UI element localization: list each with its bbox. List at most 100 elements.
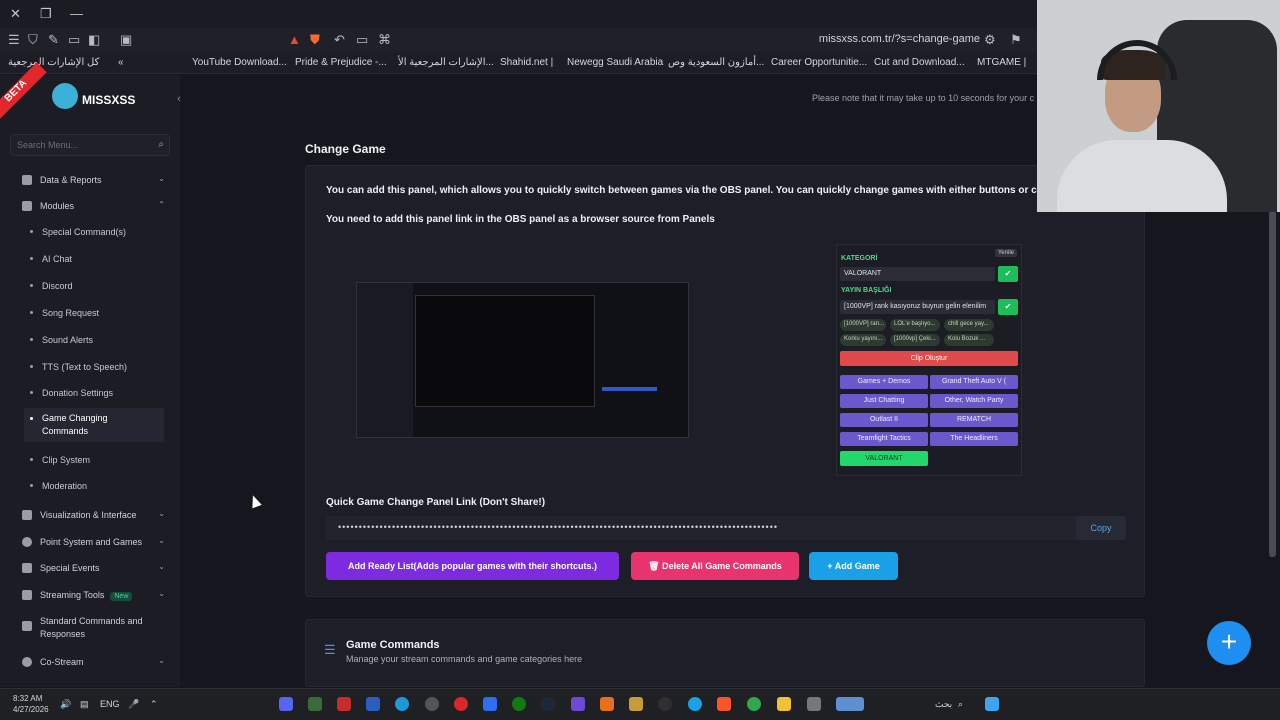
bookmark-pride[interactable]: Pride & Prejudice -... — [295, 57, 387, 68]
taskbar: 8:32 AM 4/27/2026 🔊 ▤ ENG 🎤 ⌃ بحث ⌕ — [0, 688, 1280, 720]
bookmark-cut[interactable]: Cut and Download... — [874, 57, 965, 68]
bookmark-mtgame[interactable]: MTGAME | — [977, 57, 1026, 68]
bullet-icon — [30, 284, 33, 287]
chevron-left-icon[interactable]: « — [118, 57, 124, 68]
module-game-changing[interactable]: Game Changing Commands — [24, 408, 164, 442]
taskbar-clock[interactable]: 8:32 AM 4/27/2026 — [13, 693, 49, 715]
brave-icon[interactable] — [717, 697, 731, 711]
module-song-request[interactable]: Song Request — [24, 302, 164, 324]
app-icon[interactable] — [807, 697, 821, 711]
module-donation-settings[interactable]: Donation Settings — [24, 382, 164, 404]
page-scrollbar[interactable] — [1269, 211, 1276, 557]
tray-chevron-icon[interactable]: ⌃ — [150, 699, 158, 710]
brave-rewards-icon[interactable]: ▲ — [288, 32, 301, 47]
nav-modules[interactable]: Modules ⌃ — [20, 195, 170, 217]
app-icon[interactable] — [629, 697, 643, 711]
nav-visualization[interactable]: Visualization & Interface ⌄ — [20, 504, 170, 526]
panel-link-label: Quick Game Change Panel Link (Don't Shar… — [326, 497, 546, 508]
shield-icon[interactable]: ⛉ — [28, 32, 38, 48]
search-menu-input[interactable]: Search Menu... ⌕ — [10, 134, 170, 156]
bullet-icon — [30, 365, 33, 368]
search-icon[interactable]: ⌕ — [958, 699, 963, 710]
delete-all-label: Delete All Game Commands — [662, 561, 782, 571]
bullet-icon — [30, 484, 33, 487]
bookmark-all[interactable]: كل الإشارات المرجعية — [8, 57, 99, 68]
collapse-sidebar-icon[interactable]: ‹ — [170, 90, 188, 108]
copy-button[interactable]: Copy — [1076, 516, 1126, 540]
nav-point-system[interactable]: Point System and Games ⌄ — [20, 531, 170, 553]
app-icon[interactable] — [836, 697, 864, 711]
add-fab-button[interactable]: + — [1207, 621, 1251, 665]
network-icon[interactable]: ▤ — [80, 699, 89, 710]
restore-icon[interactable]: ❐ — [40, 6, 52, 22]
brave-shield-icon[interactable]: ⛊ — [310, 32, 320, 48]
preview-game: Grand Theft Auto V ( — [930, 375, 1018, 389]
nav-special-events[interactable]: Special Events ⌄ — [20, 557, 170, 579]
folder-icon[interactable] — [777, 697, 791, 711]
windows-start-icon[interactable] — [985, 697, 999, 711]
app-icon[interactable] — [658, 697, 672, 711]
menu-icon[interactable]: ☰ — [8, 32, 20, 48]
nav-co-stream[interactable]: Co-Stream ⌄ — [20, 651, 170, 673]
app-icon[interactable] — [308, 697, 322, 711]
nav-label: Co-Stream — [40, 657, 84, 667]
preview-pill: [1000VP] ran... — [840, 319, 886, 331]
module-label: Song Request — [42, 308, 100, 318]
close-icon[interactable]: ✕ — [10, 6, 21, 22]
bookmark-youtube[interactable]: YouTube Download... — [192, 57, 287, 68]
module-special-commands[interactable]: Special Command(s) — [24, 221, 164, 243]
nav-data-reports[interactable]: Data & Reports ⌄ — [20, 169, 170, 191]
puzzle-icon[interactable]: ✎ — [48, 32, 59, 48]
youtube-icon[interactable] — [454, 697, 468, 711]
module-clip-system[interactable]: Clip System — [24, 449, 164, 471]
back-icon[interactable]: ↶ — [334, 32, 345, 48]
bookmark-icon[interactable]: ⚑ — [1010, 32, 1022, 48]
module-sound-alerts[interactable]: Sound Alerts — [24, 329, 164, 351]
steam-icon[interactable] — [541, 697, 555, 711]
module-tts[interactable]: TTS (Text to Speech) — [24, 356, 164, 378]
app-icon[interactable] — [395, 697, 409, 711]
preview-game: Teamfight Tactics — [840, 432, 928, 446]
module-ai-chat[interactable]: AI Chat — [24, 248, 164, 270]
bookmark-newegg[interactable]: Newegg Saudi Arabia — [567, 57, 663, 68]
chevron-up-icon: ⌃ — [158, 200, 165, 209]
zoom-icon[interactable] — [483, 697, 497, 711]
nav-standard-commands[interactable]: Standard Commands and Responses — [20, 611, 170, 641]
obs-icon[interactable] — [425, 697, 439, 711]
netflix-icon[interactable] — [337, 697, 351, 711]
edge-icon[interactable] — [688, 697, 702, 711]
module-discord[interactable]: Discord — [24, 275, 164, 297]
mic-icon[interactable]: 🎤 — [128, 699, 139, 710]
vlc-icon[interactable] — [600, 697, 614, 711]
tabs-icon[interactable]: ▭ — [68, 32, 80, 48]
bookmark-amazon[interactable]: أمازون السعودية وص... — [668, 57, 764, 68]
chevron-down-icon: ⌄ — [158, 174, 165, 183]
app-icon[interactable] — [571, 697, 585, 711]
cast-icon[interactable]: ▭ — [356, 32, 368, 48]
xbox-icon[interactable] — [512, 697, 526, 711]
delete-all-button[interactable]: 🗑 Delete All Game Commands — [631, 552, 799, 580]
app-icon[interactable] — [366, 697, 380, 711]
bookmark-shahid[interactable]: Shahid.net | — [500, 57, 553, 68]
discord-icon[interactable] — [279, 697, 293, 711]
bookmark-career[interactable]: Career Opportunitie... — [771, 57, 867, 68]
panel-link-field[interactable]: ••••••••••••••••••••••••••••••••••••••••… — [326, 516, 1076, 540]
site-settings-icon[interactable]: ⚙ — [984, 32, 996, 48]
language-indicator[interactable]: ENG — [100, 699, 120, 709]
screenshot-icon[interactable]: ▣ — [120, 32, 132, 48]
chrome-icon[interactable] — [747, 697, 761, 711]
address-bar[interactable]: missxss.com.tr/?s=change-game — [819, 33, 980, 45]
nav-streaming-tools[interactable]: Streaming Tools New ⌄ — [20, 584, 170, 606]
add-game-button[interactable]: + Add Game — [809, 552, 898, 580]
taskbar-search-label[interactable]: بحث — [935, 699, 952, 710]
sidebar-icon[interactable]: ◧ — [88, 32, 100, 48]
minimize-icon[interactable]: — — [70, 6, 83, 21]
volume-icon[interactable]: 🔊 — [60, 699, 71, 710]
module-moderation[interactable]: Moderation — [24, 475, 164, 497]
add-ready-list-button[interactable]: Add Ready List(Adds popular games with t… — [326, 552, 619, 580]
bullet-icon — [30, 391, 33, 394]
preview-title-input: [1000VP] rank kasıyoruz buyrun gelin ele… — [840, 300, 995, 314]
bookmark-folder[interactable]: الإشارات المرجعية الأ... — [398, 57, 494, 68]
preview-pill: LOL'e başlıyo... — [890, 319, 940, 331]
translate-icon[interactable]: ⌘ — [378, 32, 391, 48]
